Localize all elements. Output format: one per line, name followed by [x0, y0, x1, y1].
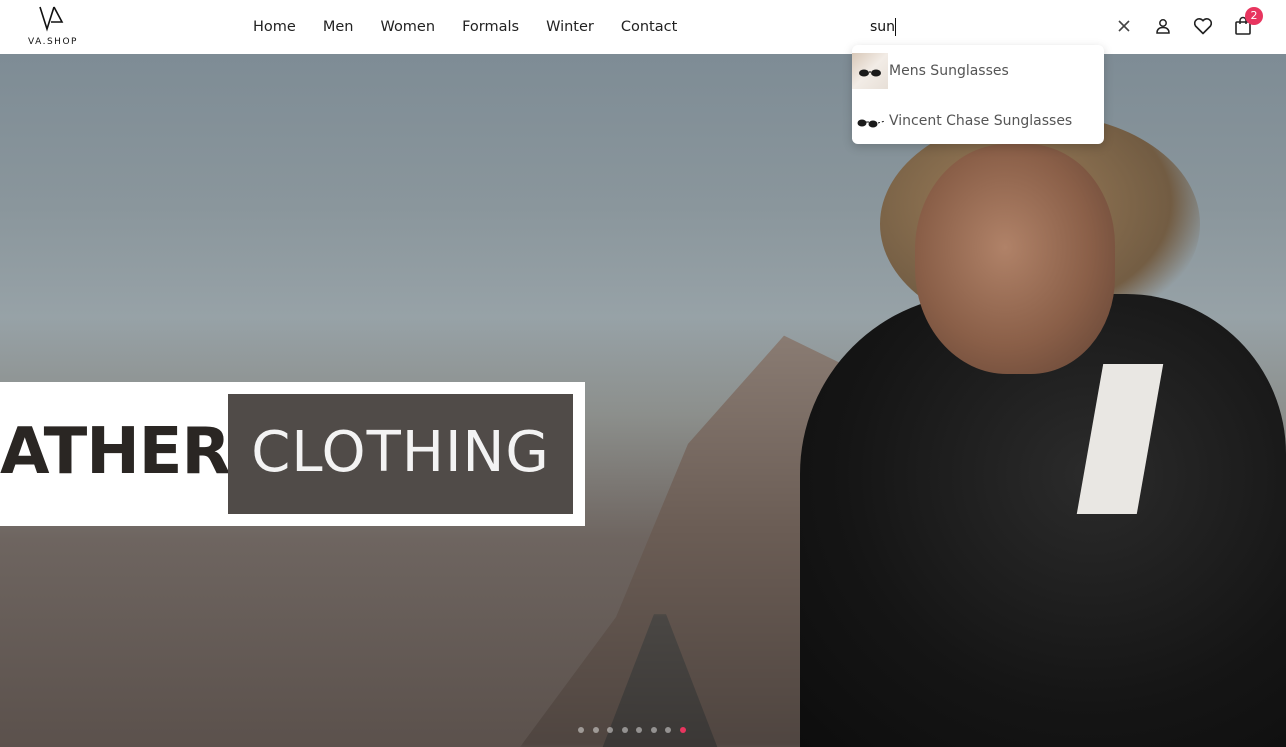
- hero-headline-box: CLOTHING: [228, 394, 573, 514]
- hero-headline-right: CLOTHING: [251, 420, 550, 485]
- logo-text: VA.SHOP: [28, 37, 78, 47]
- nav-winter[interactable]: Winter: [546, 17, 594, 37]
- suggestion-mens-sunglasses[interactable]: Mens Sunglasses: [852, 51, 1104, 91]
- carousel-dot[interactable]: [650, 727, 657, 733]
- close-icon: [1118, 20, 1130, 32]
- hero-headline-left: ATHER: [0, 415, 231, 489]
- suggestion-vincent-chase-sunglasses[interactable]: Vincent Chase Sunglasses: [852, 101, 1104, 141]
- product-thumbnail: [852, 53, 888, 89]
- account-button[interactable]: [1151, 14, 1175, 38]
- hero-banner[interactable]: ATHER CLOTHING: [0, 54, 1286, 747]
- sunglasses-icon: [859, 69, 881, 77]
- carousel-dots: [578, 727, 694, 733]
- search-suggestions: Mens Sunglasses Vincent Chase Sunglasses: [852, 45, 1104, 144]
- nav-home[interactable]: Home: [253, 17, 296, 37]
- hero-model-face: [915, 144, 1115, 374]
- carousel-dot[interactable]: [578, 727, 584, 733]
- product-thumbnail: [852, 103, 888, 139]
- nav-men[interactable]: Men: [323, 17, 354, 37]
- text-caret: [895, 18, 896, 36]
- nav-women[interactable]: Women: [380, 17, 435, 37]
- nav-formals[interactable]: Formals: [462, 17, 519, 37]
- main-nav: Home Men Women Formals Winter Contact: [253, 17, 704, 37]
- carousel-dot[interactable]: [592, 727, 599, 733]
- wishlist-button[interactable]: [1191, 14, 1215, 38]
- suggestion-label: Vincent Chase Sunglasses: [889, 113, 1073, 129]
- search-input[interactable]: [870, 15, 1100, 39]
- nav-contact[interactable]: Contact: [621, 17, 677, 37]
- carousel-dot[interactable]: [665, 727, 671, 733]
- user-icon: [1156, 19, 1170, 34]
- logo[interactable]: VA.SHOP: [22, 4, 84, 48]
- hero-headline-panel: ATHER CLOTHING: [0, 382, 585, 526]
- sunglasses-icon: [857, 119, 886, 128]
- cart-count-badge: 2: [1245, 7, 1263, 25]
- carousel-dot[interactable]: [621, 727, 628, 733]
- heart-icon: [1193, 18, 1213, 35]
- suggestion-label: Mens Sunglasses: [889, 63, 1009, 79]
- close-search-button[interactable]: [1112, 14, 1136, 38]
- carousel-dot[interactable]: [636, 727, 642, 733]
- carousel-dot[interactable]: [607, 727, 613, 733]
- logo-mark-icon: [39, 6, 64, 32]
- carousel-dot[interactable]: [679, 727, 686, 733]
